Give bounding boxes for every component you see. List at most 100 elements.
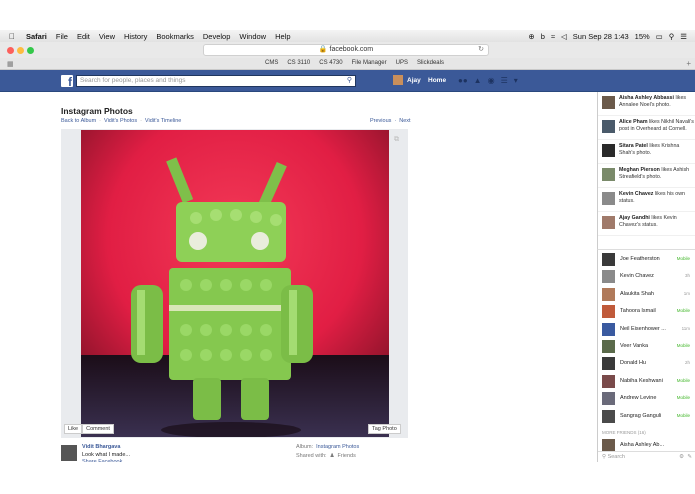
menu-app[interactable]: Safari [26,32,47,41]
album-link[interactable]: Instagram Photos [316,444,359,450]
gear-icon[interactable]: ⚙ [679,452,684,462]
photo-pager: Previous · Next [370,118,411,124]
favorite-ups[interactable]: UPS [396,60,408,66]
menu-edit[interactable]: Edit [77,32,90,41]
avatar [602,339,615,353]
ticker-name[interactable]: Meghan Pierson [619,167,660,173]
new-tab-button[interactable]: + [686,59,691,68]
like-button[interactable]: Like [64,424,83,434]
album-label: Album: [296,444,314,450]
chat-sidebar: Joe Featherston Mobile Kevin Chavez 3h Alauk… [597,249,695,462]
profile-link[interactable]: Ajay [393,75,421,85]
reload-icon[interactable]: ↻ [478,45,484,55]
chat-item[interactable]: Nabiha Keshwani Mobile [598,372,695,389]
favorite-slickdeals[interactable]: Slickdeals [417,60,444,66]
shared-value[interactable]: Friends [338,453,356,459]
page-title: Instagram Photos [61,106,133,116]
ticker-name[interactable]: Ajay Gandhi [619,215,650,221]
battery-icon[interactable]: ▭ [656,32,663,41]
settings-lock-icon[interactable]: ☰ [501,76,508,85]
clock[interactable]: Sun Sep 28 1:43 [573,32,629,41]
back-to-album-link[interactable]: Back to Album [61,118,96,124]
menu-help[interactable]: Help [275,32,290,41]
menu-file[interactable]: File [56,32,68,41]
chat-item[interactable]: Neil Eisenhower ... 11m [598,320,695,337]
zoom-window-button[interactable] [27,47,34,54]
menu-view[interactable]: View [99,32,115,41]
chat-item[interactable]: Tahoora Ismail Mobile [598,302,695,319]
favorite-cs3110[interactable]: CS 3110 [287,60,310,66]
breadcrumb-separator: · [140,118,142,124]
wifi-icon[interactable]: ≈ [551,32,555,41]
favorites-bar: ▦ CMS CS 3110 CS 4730 File Manager UPS S… [0,58,695,70]
favorite-cms[interactable]: CMS [265,60,278,66]
ticker-name[interactable]: Sitara Patel [619,143,648,149]
b-icon[interactable]: b [541,32,545,41]
chat-item[interactable]: Kevin Chavez 3h [598,267,695,284]
ticker-item[interactable]: Kevin Chavez likes his own status. [598,188,695,212]
favorite-file-manager[interactable]: File Manager [352,60,387,66]
next-link[interactable]: Next [399,118,410,124]
favorite-cs4730[interactable]: CS 4730 [319,60,342,66]
chat-status: 1m [683,290,690,296]
avatar [602,96,615,109]
fullscreen-icon[interactable]: ⧉ [394,136,399,144]
avatar [602,287,615,301]
search-icon[interactable]: ⚲ [347,76,352,86]
ticker-name[interactable]: Aisha Ashley Abbassi [619,95,674,101]
like-comment-group: Like Comment [64,424,114,434]
avatar [602,409,615,423]
messages-icon[interactable]: ▲ [474,76,482,85]
previous-link[interactable]: Previous [370,118,391,124]
chat-item[interactable]: Sangrag Ganguli Mobile [598,407,695,424]
volume-icon[interactable]: ◁ [561,32,567,41]
chat-item[interactable]: Alaukita Shah 1m [598,285,695,302]
chat-item[interactable]: Andrew Levine Mobile [598,389,695,406]
ticker-item[interactable]: Alice Pham likes Nikhil Navali's post in… [598,116,695,140]
chat-item[interactable]: Veer Vanka Mobile [598,337,695,354]
search-placeholder: Search for people, places and things [80,77,186,84]
chevron-down-icon[interactable]: ▾ [514,76,518,85]
poster-name-link[interactable]: Vidit Bhargava [82,444,120,450]
poster-avatar[interactable] [61,445,77,461]
chat-search-input[interactable]: ⚲ Search ⚙ ✎ [598,451,695,462]
ticker-item[interactable]: Ajay Gandhi likes Kevin Chavez's status. [598,212,695,236]
menu-history[interactable]: History [124,32,147,41]
ticker-item[interactable]: Aisha Ashley Abbassi likes Annalee Noel'… [598,92,695,116]
chat-item[interactable]: Joe Featherston Mobile [598,250,695,267]
menu-bookmarks[interactable]: Bookmarks [156,32,194,41]
ticker-name[interactable]: Kevin Chavez [619,191,653,197]
home-link[interactable]: Home [428,77,446,84]
address-bar[interactable]: 🔒 facebook.com ↻ [203,44,489,56]
vidits-timeline-link[interactable]: Vidit's Timeline [145,118,181,124]
sync-icon[interactable]: ⊕ [528,32,534,41]
ticker-item[interactable]: Sitara Patel likes Krishna Shah's photo. [598,140,695,164]
ticker-name[interactable]: Alice Pham [619,119,648,125]
close-window-button[interactable] [7,47,14,54]
screen:  Safari File Edit View History Bookmark… [0,0,695,494]
search-input[interactable]: Search for people, places and things ⚲ [76,75,356,87]
vidits-photos-link[interactable]: Vidit's Photos [104,118,137,124]
chat-status: 3h [684,273,690,279]
notification-icon[interactable]: ☰ [680,32,687,41]
top-sites-icon[interactable]: ▦ [7,60,14,68]
chat-item[interactable]: Donald Hu 2h [598,354,695,371]
avatar [602,270,615,284]
avatar [602,357,615,371]
minimize-window-button[interactable] [17,47,24,54]
ticker-text: Alice Pham likes Nikhil Navali's post in… [619,119,694,133]
ticker-item[interactable]: Meghan Pierson likes Ashish Streafield's… [598,164,695,188]
spotlight-icon[interactable]: ⚲ [669,32,675,41]
comment-button[interactable]: Comment [82,424,114,434]
tag-photo-button[interactable]: Tag Photo [368,424,401,434]
menu-window[interactable]: Window [239,32,266,41]
avatar [602,192,615,205]
ticker-panel: Aisha Ashley Abbassi likes Annalee Noel'… [597,92,695,249]
facebook-logo[interactable]: f [61,75,73,87]
notifications-globe-icon[interactable]: ◉ [488,76,495,85]
apple-menu-icon[interactable]:  [9,32,19,41]
photo[interactable] [81,130,389,437]
menu-develop[interactable]: Develop [203,32,231,41]
compose-icon[interactable]: ✎ [687,452,692,462]
friend-requests-icon[interactable]: ●● [458,76,468,85]
